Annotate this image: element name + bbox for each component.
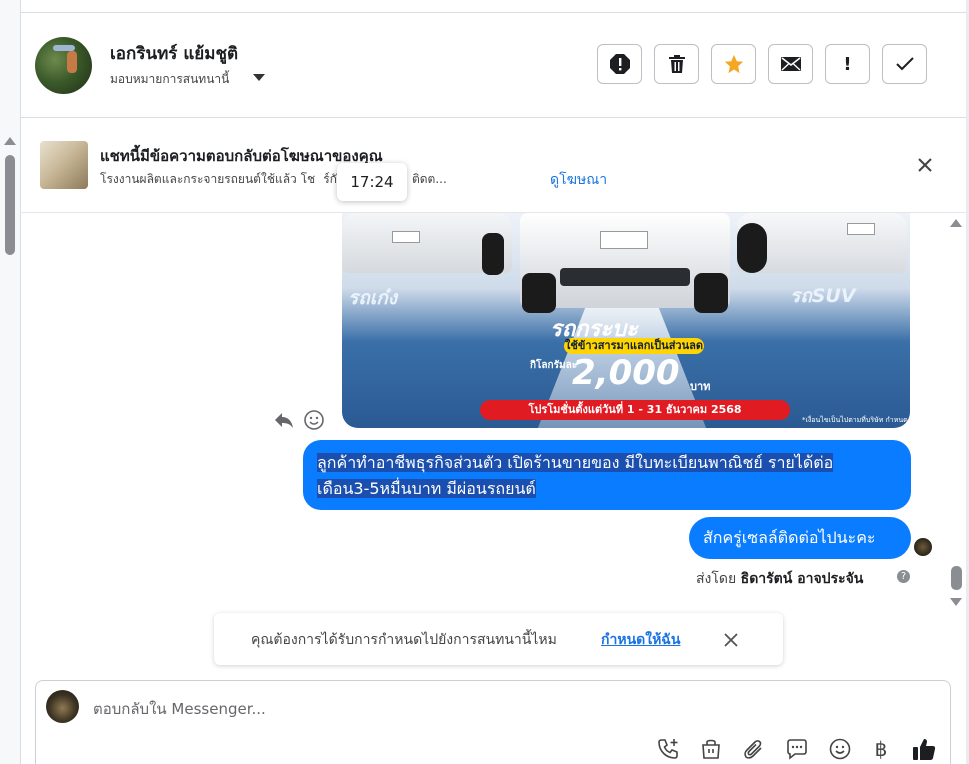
ad-currency: บาท — [690, 380, 711, 393]
sent-by-prefix: ส่งโดย — [696, 571, 737, 587]
seen-avatar — [914, 538, 932, 556]
sent-by-name: ธิดารัตน์ อาจประจัน — [740, 571, 864, 587]
close-icon — [724, 633, 738, 647]
close-reminder-button[interactable] — [720, 629, 742, 651]
chat-scroll-up-arrow[interactable] — [950, 219, 962, 227]
ad-car-sedan — [342, 213, 512, 275]
star-button[interactable] — [711, 44, 756, 84]
left-scrollbar-thumb[interactable] — [5, 155, 15, 255]
check-icon — [895, 57, 914, 71]
mail-icon — [780, 57, 801, 71]
ad-pill: ใช้ข้าวสารมาแลกเป็นส่วนลด — [564, 338, 704, 354]
ad-car-suv — [737, 213, 907, 273]
reply-icon[interactable] — [273, 409, 295, 431]
top-divider — [0, 12, 969, 13]
ad-image[interactable]: รถเก๋ง รถSUV รถกระบะ ใช้ข้าวสารมาแลกเป็น… — [342, 213, 910, 428]
thumbs-up-icon[interactable] — [911, 736, 937, 762]
header-divider — [20, 117, 966, 118]
chat-scroll-down-arrow[interactable] — [950, 598, 962, 606]
follow-up-button[interactable]: ! — [825, 44, 870, 84]
assign-reminder-text: คุณต้องการได้รับการกำหนดไปยังการสนทนานี้… — [251, 632, 557, 648]
assign-to-me-link[interactable]: กำหนดให้ฉัน — [601, 629, 680, 651]
left-scroll-up-arrow[interactable] — [4, 137, 16, 145]
contact-name[interactable]: เอกรินทร์ แย้มชูติ — [110, 40, 238, 67]
mark-unread-button[interactable] — [768, 44, 813, 84]
star-icon — [724, 54, 743, 74]
chat-scrollbar-thumb[interactable] — [951, 566, 962, 590]
done-button[interactable] — [882, 44, 927, 84]
delete-button[interactable] — [654, 44, 699, 84]
sent-by-label: ส่งโดย ธิดารัตน์ อาจประจัน — [696, 568, 863, 590]
report-button[interactable] — [597, 44, 642, 84]
ad-subtitle-left: โรงงานผลิตและกระจายรถยนต์ใช้แล้ว โช — [100, 172, 316, 186]
assign-conversation-dropdown[interactable]: มอบหมายการสนทนานี้ — [110, 70, 229, 89]
assign-reminder: คุณต้องการได้รับการกำหนดไปยังการสนทนานี้… — [214, 613, 783, 665]
contact-avatar[interactable] — [35, 37, 92, 94]
shopping-bag-icon[interactable] — [698, 736, 724, 762]
ad-thumbnail[interactable] — [40, 141, 88, 189]
chevron-down-icon[interactable] — [253, 74, 265, 81]
message-text-line2: เดือน3-5หมื่นบาท มีผ่อนรถยนต์ — [317, 479, 536, 498]
react-emoji-icon[interactable] — [303, 409, 325, 431]
message-bubble[interactable]: สักครู่เซลล์ติดต่อไปนะคะ — [689, 517, 911, 559]
close-icon — [918, 158, 932, 172]
info-icon[interactable]: ? — [897, 570, 910, 583]
message-bubble[interactable]: ลูกค้าทำอาชีพธุรกิจส่วนตัว เปิดร้านขายขอ… — [303, 440, 911, 510]
reply-input[interactable] — [93, 698, 693, 720]
chat-bubble-icon[interactable] — [784, 736, 810, 762]
baht-icon[interactable]: ฿ — [868, 736, 894, 762]
message-text: สักครู่เซลล์ติดต่อไปนะคะ — [703, 528, 876, 547]
report-icon — [609, 54, 630, 74]
emoji-icon[interactable] — [827, 736, 853, 762]
composer — [35, 680, 951, 764]
ad-amount: 2,000 — [572, 353, 680, 393]
message-text-line1: ลูกค้าทำอาชีพธุรกิจส่วนตัว เปิดร้านขายขอ… — [317, 453, 834, 472]
ad-label-sedan: รถเก๋ง — [348, 287, 397, 309]
ad-label-suv: รถSUV — [790, 285, 856, 307]
page-avatar — [46, 690, 79, 723]
ad-fineprint: *เงื่อนไขเป็นไปตามที่บริษัท กำหนด — [802, 416, 908, 424]
ad-promo-banner: โปรโมชั่นตั้งแต่วันที่ 1 - 31 ธันวาคม 25… — [480, 400, 790, 420]
ad-kg-label: กิโลกรัมละ — [530, 360, 578, 371]
paperclip-icon[interactable] — [741, 736, 767, 762]
call-add-icon[interactable] — [655, 736, 681, 762]
close-ad-banner-button[interactable] — [912, 152, 938, 178]
view-ad-link[interactable]: ดูโฆษณา — [550, 169, 607, 191]
exclamation-icon: ! — [843, 53, 852, 75]
trash-icon — [668, 55, 685, 73]
ad-car-pickup — [520, 213, 730, 313]
left-gutter — [0, 0, 21, 764]
timestamp-tooltip: 17:24 — [337, 163, 407, 201]
